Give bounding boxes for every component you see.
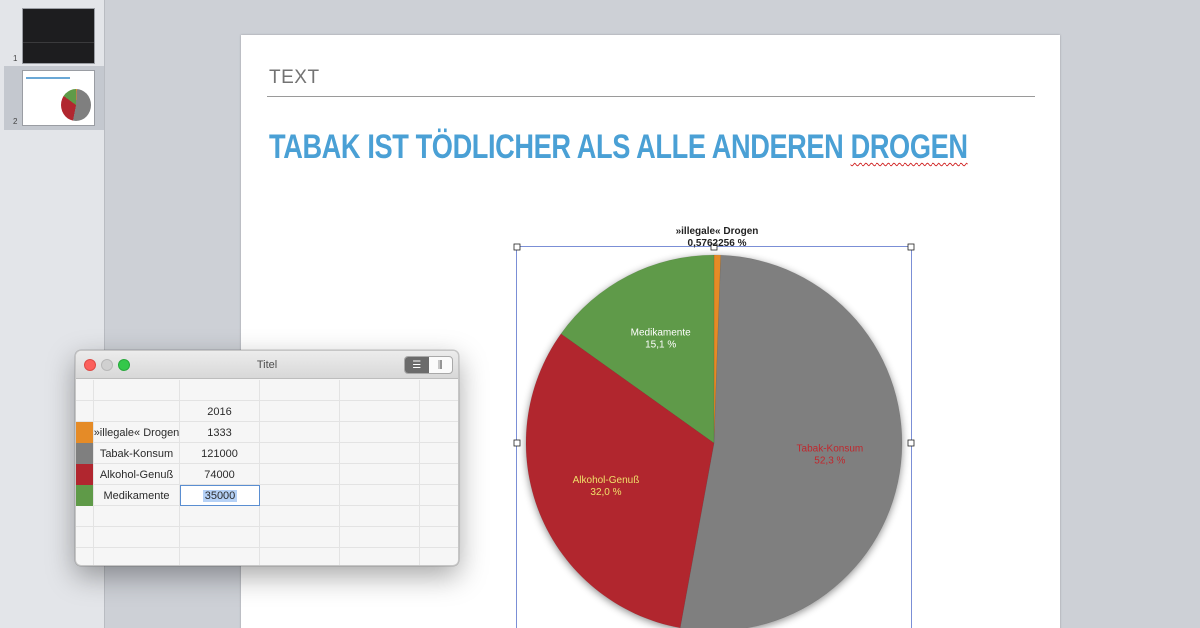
table-row: »illegale« Drogen 1333 (76, 422, 458, 443)
slice-percent-label: 0,5762256 % (688, 238, 747, 249)
value-cell[interactable]: 74000 (180, 464, 260, 485)
grid-header-row: 2016 (76, 401, 458, 422)
window-titlebar[interactable]: Titel ☰ ⫼ (76, 351, 458, 379)
row-label-cell[interactable]: Tabak-Konsum (94, 443, 180, 464)
columns-view-button[interactable]: ⫼ (429, 357, 453, 373)
grid-empty-row (76, 506, 458, 527)
table-row: Tabak-Konsum 121000 (76, 443, 458, 464)
color-swatch[interactable] (76, 485, 93, 506)
value-cell-editing[interactable]: 35000 (180, 485, 260, 506)
selected-value-text[interactable]: 35000 (202, 489, 238, 502)
view-toggle[interactable]: ☰ ⫼ (404, 356, 453, 374)
resize-handle[interactable] (907, 439, 915, 447)
series-header-cell[interactable]: 2016 (180, 401, 260, 422)
data-grid[interactable]: 2016 »illegale« Drogen 1333 Tabak-Konsum… (76, 380, 458, 565)
rows-view-button[interactable]: ☰ (405, 357, 429, 373)
grid-empty-row (76, 548, 458, 565)
color-swatch[interactable] (76, 443, 93, 464)
value-cell[interactable]: 121000 (180, 443, 260, 464)
row-label-cell[interactable]: Alkohol-Genuß (94, 464, 180, 485)
resize-handle[interactable] (513, 243, 521, 251)
slice-percent-label: 52,3 % (814, 456, 845, 467)
row-label-cell[interactable]: »illegale« Drogen (94, 422, 180, 443)
resize-handle[interactable] (907, 243, 915, 251)
color-swatch[interactable] (76, 464, 93, 485)
grid-empty-row (76, 527, 458, 548)
table-row: Alkohol-Genuß 74000 (76, 464, 458, 485)
color-swatch[interactable] (76, 422, 93, 443)
slice-category-label: Medikamente (631, 327, 691, 338)
slice-percent-label: 32,0 % (590, 487, 621, 498)
grid-empty-row (76, 380, 458, 401)
slice-category-label: »illegale« Drogen (676, 226, 759, 237)
window-title: Titel (256, 359, 278, 371)
chart-data-window[interactable]: Titel ☰ ⫼ 2016 »illegale« Drogen 1333 Ta… (75, 350, 459, 566)
row-label-cell[interactable]: Medikamente (94, 485, 180, 506)
resize-handle[interactable] (513, 439, 521, 447)
slice-percent-label: 15,1 % (645, 339, 676, 350)
value-cell[interactable]: 1333 (180, 422, 260, 443)
table-row: Medikamente 35000 (76, 485, 458, 506)
slice-category-label: Tabak-Konsum (797, 444, 864, 455)
slice-category-label: Alkohol-Genuß (573, 475, 640, 486)
